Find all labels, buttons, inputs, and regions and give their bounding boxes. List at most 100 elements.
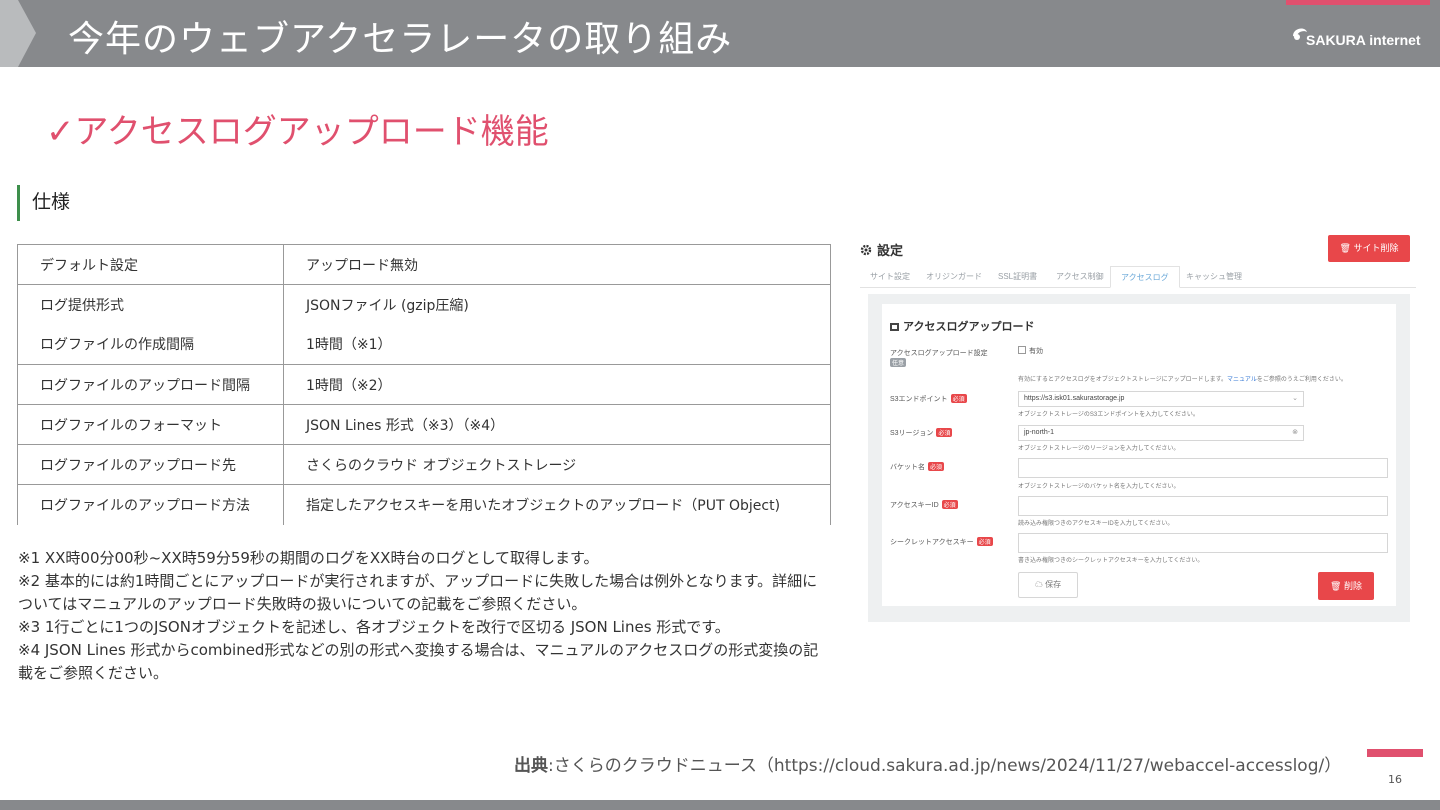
settings-title: 設定 bbox=[860, 240, 903, 259]
spec-key: ログファイルのアップロード間隔 bbox=[17, 364, 284, 405]
secret-key-label-text: シークレットアクセスキー bbox=[890, 539, 974, 546]
region-help: オブジェクトストレージのリージョンを入力してください。 bbox=[1018, 446, 1180, 452]
delete-button[interactable]: 🗑 削除 bbox=[1318, 572, 1374, 600]
enable-checkbox[interactable]: 有効 bbox=[1018, 346, 1043, 356]
table-row: ログファイルのフォーマット JSON Lines 形式（※3）（※4） bbox=[17, 404, 831, 445]
region-label: S3リージョン 必須 bbox=[890, 428, 953, 438]
footnote: ※4 JSON Lines 形式からcombined形式などの別の形式へ変換する… bbox=[18, 641, 819, 682]
bucket-help: オブジェクトストレージのバケット名を入力してください。 bbox=[1018, 484, 1180, 490]
spec-value: JSON Lines 形式（※3）（※4） bbox=[283, 404, 831, 445]
spec-value: 1時間（※2） bbox=[283, 364, 831, 405]
spec-key: ログ提供形式 bbox=[17, 284, 284, 325]
source-citation: 出典:さくらのクラウドニュース（https://cloud.sakura.ad.… bbox=[514, 751, 1341, 776]
spec-key: ログファイルのアップロード方法 bbox=[17, 484, 284, 525]
tab-access-control[interactable]: アクセス制御 bbox=[1056, 266, 1104, 288]
footnote: ※2 基本的には約1時間ごとにアップロードが実行されますが、アップロードに失敗し… bbox=[18, 572, 818, 613]
access-key-label: アクセスキーID 必須 bbox=[890, 500, 958, 510]
spec-value: アップロード無効 bbox=[283, 244, 831, 285]
checkbox-icon bbox=[1018, 346, 1026, 354]
spec-value: さくらのクラウド オブジェクトストレージ bbox=[283, 444, 831, 485]
tab-cache[interactable]: キャッシュ管理 bbox=[1186, 266, 1242, 288]
settings-title-text: 設定 bbox=[877, 243, 904, 258]
clear-icon[interactable]: ⊗ bbox=[1292, 426, 1298, 440]
bucket-input[interactable] bbox=[1018, 458, 1388, 478]
access-key-label-text: アクセスキーID bbox=[890, 502, 939, 509]
endpoint-label-text: S3エンドポイント bbox=[890, 396, 948, 403]
header-tab-shape bbox=[0, 0, 36, 67]
spec-value: 指定したアクセスキーを用いたオブジェクトのアップロード（PUT Object) bbox=[283, 484, 831, 525]
upload-setting-label: アクセスログアップロード設定 任意 bbox=[890, 348, 988, 367]
endpoint-help: オブジェクトストレージのS3エンドポイントを入力してください。 bbox=[1018, 412, 1199, 418]
endpoint-select[interactable]: https://s3.isk01.sakurastorage.jp ⌄ bbox=[1018, 391, 1304, 407]
required-badge: 必須 bbox=[941, 500, 958, 509]
required-badge: 必須 bbox=[928, 462, 945, 471]
trash-icon: 🗑 bbox=[1330, 581, 1344, 591]
spec-table: デフォルト設定 アップロード無効 ログ提供形式 JSONファイル (gzip圧縮… bbox=[17, 244, 831, 525]
enable-checkbox-label: 有効 bbox=[1029, 348, 1043, 355]
secret-key-label: シークレットアクセスキー 必須 bbox=[890, 537, 993, 547]
secret-key-help: 書き込み権限つきのシークレットアクセスキーを入力してください。 bbox=[1018, 558, 1204, 564]
main-heading: ✓アクセスログアップロード機能 bbox=[46, 112, 549, 152]
tab-origin-guard[interactable]: オリジンガード bbox=[926, 266, 982, 288]
cloud-upload-icon: ☁ bbox=[1034, 580, 1046, 589]
delete-site-label: サイト削除 bbox=[1353, 243, 1399, 253]
slide-title: 今年のウェブアクセラレータの取り組み bbox=[68, 19, 733, 60]
manual-link[interactable]: マニュアル bbox=[1227, 377, 1257, 383]
source-text: :さくらのクラウドニュース（https://cloud.sakura.ad.jp… bbox=[548, 756, 1342, 776]
footer-bar bbox=[0, 800, 1440, 810]
table-row: ログ提供形式 JSONファイル (gzip圧縮) bbox=[17, 284, 831, 325]
table-row: ログファイルの作成間隔 1時間（※1） bbox=[17, 324, 831, 365]
logo-text: SAKURA internet bbox=[1306, 32, 1421, 48]
page-number-accent bbox=[1367, 749, 1423, 757]
footnote: ※3 1行ごとに1つのJSONオブジェクトを記述し、各オブジェクトを改行で区切る… bbox=[18, 618, 730, 636]
table-row: デフォルト設定 アップロード無効 bbox=[17, 244, 831, 285]
bucket-label: バケット名 必須 bbox=[890, 462, 945, 472]
required-badge: 必須 bbox=[976, 537, 993, 546]
trash-icon: 🗑 bbox=[1339, 243, 1354, 253]
settings-tabs: サイト設定 オリジンガード SSL証明書 アクセス制御 アクセスログ キャッシュ… bbox=[860, 266, 1416, 288]
page-number: 16 bbox=[1388, 773, 1402, 786]
spec-key: デフォルト設定 bbox=[17, 244, 284, 285]
spec-value: 1時間（※1） bbox=[283, 324, 831, 365]
optional-badge: 任意 bbox=[890, 358, 907, 367]
region-label-text: S3リージョン bbox=[890, 430, 934, 437]
source-label: 出典 bbox=[514, 756, 548, 776]
enable-help: 有効にするとアクセスログをオブジェクトストレージにアップロードします。マニュアル… bbox=[1018, 374, 1347, 383]
save-label: 保存 bbox=[1045, 580, 1062, 589]
header-accent-bar bbox=[1286, 0, 1430, 5]
upload-setting-label-text: アクセスログアップロード設定 bbox=[890, 350, 988, 357]
region-input[interactable]: jp-north-1 ⊗ bbox=[1018, 425, 1304, 441]
endpoint-label: S3エンドポイント 必須 bbox=[890, 394, 967, 404]
spec-value: JSONファイル (gzip圧縮) bbox=[283, 284, 831, 325]
spec-key: ログファイルの作成間隔 bbox=[17, 324, 284, 365]
tab-site-settings[interactable]: サイト設定 bbox=[870, 266, 910, 288]
bucket-label-text: バケット名 bbox=[890, 464, 925, 471]
gear-icon bbox=[860, 244, 872, 256]
table-row: ログファイルのアップロード間隔 1時間（※2） bbox=[17, 364, 831, 405]
tab-ssl[interactable]: SSL証明書 bbox=[998, 266, 1037, 288]
spec-key: ログファイルのアップロード先 bbox=[17, 444, 284, 485]
tab-access-log[interactable]: アクセスログ bbox=[1110, 266, 1180, 288]
table-row: ログファイルのアップロード先 さくらのクラウド オブジェクトストレージ bbox=[17, 444, 831, 485]
footnote: ※1 XX時00分00秒~XX時59分59秒の期間のログをXX時台のログとして取… bbox=[18, 549, 599, 567]
enable-help-tail: をご参照のうえご利用ください。 bbox=[1256, 377, 1347, 383]
save-button[interactable]: ☁ 保存 bbox=[1018, 572, 1078, 598]
sakura-internet-logo: SAKURA internet bbox=[1290, 22, 1430, 52]
delete-site-button[interactable]: 🗑 サイト削除 bbox=[1328, 235, 1410, 262]
card-title-text: アクセスログアップロード bbox=[903, 321, 1035, 333]
header-bar: 今年のウェブアクセラレータの取り組み SAKURA internet bbox=[0, 0, 1440, 67]
footnotes: ※1 XX時00分00秒~XX時59分59秒の期間のログをXX時台のログとして取… bbox=[18, 547, 828, 685]
access-log-upload-card: アクセスログアップロード アクセスログアップロード設定 任意 有効 有効にすると… bbox=[882, 304, 1396, 606]
settings-screenshot: 設定 🗑 サイト削除 サイト設定 オリジンガード SSL証明書 アクセス制御 ア… bbox=[858, 232, 1418, 632]
settings-panel: アクセスログアップロード アクセスログアップロード設定 任意 有効 有効にすると… bbox=[868, 294, 1410, 622]
required-badge: 必須 bbox=[950, 394, 967, 403]
secret-key-input[interactable] bbox=[1018, 533, 1388, 553]
card-title: アクセスログアップロード bbox=[890, 318, 1034, 334]
required-badge: 必須 bbox=[936, 428, 953, 437]
table-row: ログファイルのアップロード方法 指定したアクセスキーを用いたオブジェクトのアップ… bbox=[17, 484, 831, 525]
spec-heading: 仕様 bbox=[17, 185, 70, 221]
region-value: jp-north-1 bbox=[1024, 429, 1054, 436]
access-key-input[interactable] bbox=[1018, 496, 1388, 516]
endpoint-value: https://s3.isk01.sakurastorage.jp bbox=[1024, 395, 1125, 402]
access-key-help: 読み込み権限つきのアクセスキーIDを入力してください。 bbox=[1018, 521, 1174, 527]
